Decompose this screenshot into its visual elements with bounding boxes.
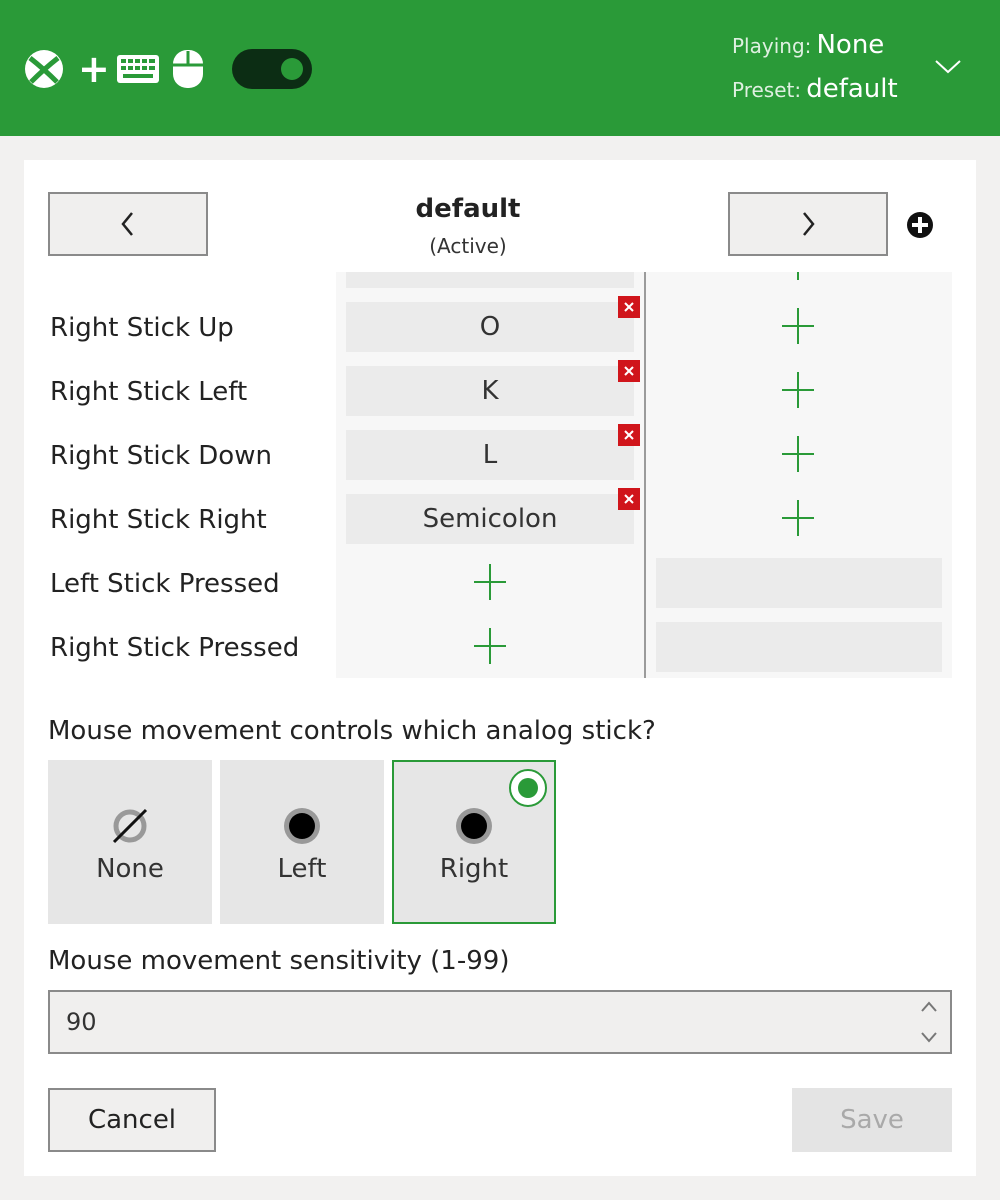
- add-preset-icon[interactable]: [906, 211, 934, 239]
- mapping-key-primary[interactable]: Semicolon: [346, 494, 634, 544]
- stick-option-label: None: [96, 854, 164, 884]
- radio-selected-icon: [509, 769, 547, 807]
- mapping-key-secondary-empty: [656, 622, 942, 672]
- add-binding-icon[interactable]: [778, 304, 818, 348]
- add-binding-icon[interactable]: [470, 624, 510, 668]
- stick-option-label: Left: [277, 854, 327, 884]
- mapping-row: Right Stick Down L: [24, 424, 976, 494]
- stick-icon: [284, 808, 320, 844]
- playing-label: Playing:: [732, 34, 812, 58]
- mapping-key-primary[interactable]: O: [346, 302, 634, 352]
- stick-icon: [456, 808, 492, 844]
- mapping-label: Right Stick Up: [50, 313, 234, 343]
- mouse-icon: [173, 50, 203, 88]
- preset-value: default: [806, 74, 898, 104]
- add-binding-icon[interactable]: [778, 368, 818, 412]
- input-toggle-switch[interactable]: [232, 49, 312, 89]
- preset-active-state: (Active): [429, 234, 507, 258]
- stick-option-right[interactable]: Right: [392, 760, 556, 924]
- playing-status: Playing: None: [732, 30, 884, 60]
- mapping-label: Left Stick Pressed: [50, 569, 280, 599]
- chevron-down-icon[interactable]: [918, 1028, 940, 1046]
- sensitivity-label: Mouse movement sensitivity (1-99): [48, 946, 510, 976]
- next-preset-button[interactable]: [728, 192, 888, 256]
- mapping-row: Right Stick Pressed: [24, 622, 976, 678]
- mapping-label: Right Stick Pressed: [50, 633, 300, 663]
- add-binding-icon[interactable]: [778, 496, 818, 540]
- analog-stick-question: Mouse movement controls which analog sti…: [48, 716, 656, 746]
- mapping-label: Right Stick Right: [50, 505, 267, 535]
- mapping-key-primary[interactable]: [346, 272, 634, 288]
- xbox-logo-icon: [25, 50, 63, 88]
- stick-option-none[interactable]: None: [48, 760, 212, 924]
- chevron-down-icon[interactable]: [934, 56, 962, 76]
- cancel-button[interactable]: Cancel: [48, 1088, 216, 1152]
- no-stick-icon: [112, 808, 148, 844]
- chevron-left-icon: [121, 212, 133, 236]
- chevron-up-icon[interactable]: [918, 998, 940, 1016]
- remove-binding-icon[interactable]: [618, 360, 640, 382]
- toggle-knob: [281, 58, 303, 80]
- plus-icon: +: [78, 47, 110, 91]
- playing-value: None: [816, 30, 885, 60]
- preset-label: Preset:: [732, 78, 802, 102]
- keyboard-icon: [117, 55, 159, 83]
- chevron-right-icon: [803, 212, 815, 236]
- remove-binding-icon[interactable]: [618, 296, 640, 318]
- stick-option-left[interactable]: Left: [220, 760, 384, 924]
- remove-binding-icon[interactable]: [618, 488, 640, 510]
- preset-title: default: [415, 194, 521, 224]
- mapping-grid[interactable]: Right Stick Up O Right Stick Left K Righ…: [24, 272, 976, 678]
- mapping-row-partial: [24, 272, 976, 302]
- mapping-row: Right Stick Up O: [24, 296, 976, 366]
- mapping-key-primary[interactable]: L: [346, 430, 634, 480]
- mapping-label: Right Stick Left: [50, 377, 248, 407]
- mapping-key-secondary-empty: [656, 558, 942, 608]
- mapping-key-primary[interactable]: K: [346, 366, 634, 416]
- add-binding-icon[interactable]: [778, 272, 818, 284]
- sensitivity-input[interactable]: [48, 990, 952, 1054]
- previous-preset-button[interactable]: [48, 192, 208, 256]
- add-binding-icon[interactable]: [778, 432, 818, 476]
- app-header: + Playing: None Preset: default: [0, 0, 1000, 136]
- preset-status: Preset: default: [732, 74, 898, 104]
- mapping-row: Right Stick Right Semicolon: [24, 488, 976, 558]
- mapping-label: Right Stick Down: [50, 441, 272, 471]
- add-binding-icon[interactable]: [470, 560, 510, 604]
- mapping-row: Right Stick Left K: [24, 360, 976, 430]
- stick-option-label: Right: [439, 854, 509, 884]
- remove-binding-icon[interactable]: [618, 424, 640, 446]
- save-button[interactable]: Save: [792, 1088, 952, 1152]
- preset-editor-card: default (Active) Right Stick Up O Right …: [24, 160, 976, 1176]
- mapping-row: Left Stick Pressed: [24, 558, 976, 622]
